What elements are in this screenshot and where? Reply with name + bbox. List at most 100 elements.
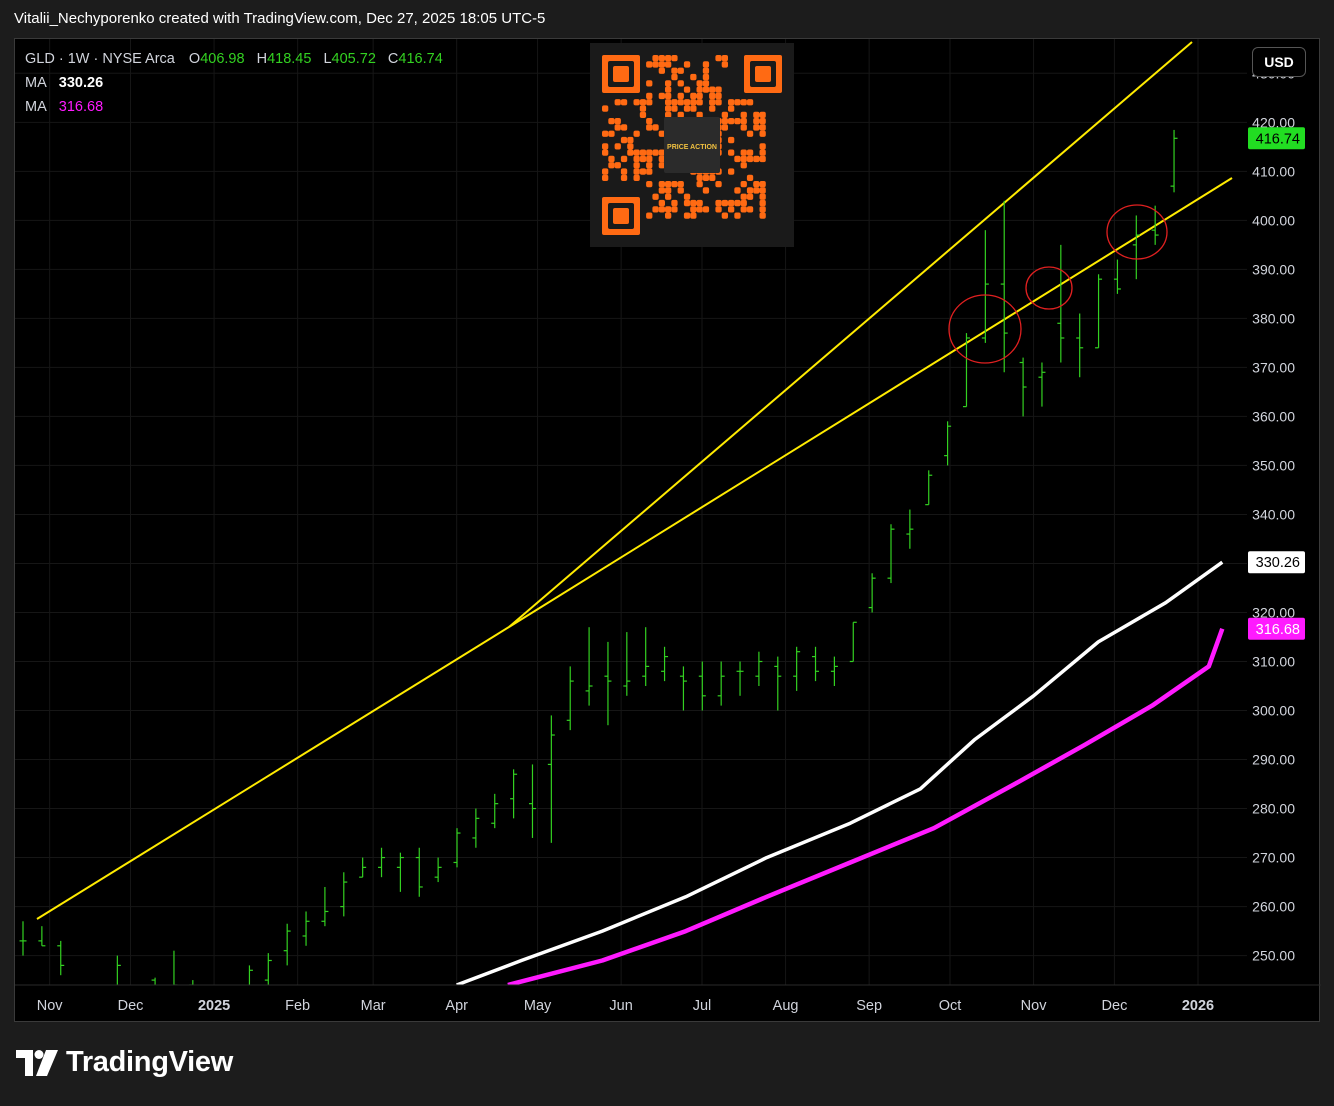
legend-ma1-value: 330.26	[58, 75, 104, 91]
legend-ma2-row[interactable]: MA 316.68	[25, 99, 105, 115]
qr-module	[740, 118, 747, 125]
y-axis-tick-label: 380.00	[1252, 310, 1295, 326]
qr-module	[721, 111, 728, 118]
y-axis-tick-label: 260.00	[1252, 899, 1295, 915]
legend-ma2-value: 316.68	[58, 99, 104, 115]
ohlc-bar	[717, 661, 725, 706]
annotation-circle	[1106, 204, 1168, 260]
ohlc-bar	[887, 524, 895, 584]
y-axis-tick-label: 300.00	[1252, 703, 1295, 719]
qr-module	[665, 99, 672, 106]
qr-module	[665, 187, 672, 194]
qr-module	[696, 199, 703, 207]
x-axis-tick-label: May	[524, 998, 552, 1014]
y-axis-tick-label: 310.00	[1252, 653, 1295, 669]
qr-module	[690, 73, 697, 81]
qr-module	[646, 118, 653, 125]
x-axis-tick-label: Dec	[118, 998, 144, 1014]
qr-module	[709, 86, 716, 93]
ohlc-bar	[1000, 200, 1008, 373]
qr-module	[734, 155, 741, 163]
x-axis-tick-label: Nov	[37, 998, 64, 1014]
qr-module	[633, 168, 640, 175]
qr-module	[665, 92, 672, 100]
ohlc-bar	[1170, 129, 1178, 193]
qr-finder-inner	[755, 66, 771, 82]
x-axis-tick-label: Aug	[773, 998, 799, 1014]
qr-module	[759, 187, 766, 194]
x-axis-tick-label: Jun	[609, 998, 632, 1014]
qr-module	[665, 193, 672, 200]
x-axis-tick-label: Dec	[1102, 998, 1128, 1014]
qr-module	[696, 86, 703, 93]
ma-line-330	[456, 560, 1224, 985]
legend-ma1-label: MA	[25, 75, 47, 91]
qr-module	[746, 149, 754, 156]
qr-module	[728, 206, 735, 213]
qr-module	[759, 143, 766, 150]
qr-module	[602, 130, 609, 137]
legend-symbol: GLD · 1W · NYSE Arca	[25, 51, 175, 67]
ohlc-bar	[566, 666, 574, 731]
ma1-price-tag: 330.26	[1248, 551, 1305, 574]
qr-module	[715, 86, 722, 93]
qr-module	[639, 155, 647, 163]
legend-low-value: 405.72	[331, 51, 376, 67]
tradingview-logo[interactable]: TradingView	[16, 1046, 233, 1079]
currency-button[interactable]: USD	[1252, 47, 1306, 77]
qr-module	[696, 80, 703, 87]
qr-module	[627, 143, 634, 150]
qr-code-graphic: PRICE ACTION	[602, 55, 782, 235]
qr-module	[715, 199, 722, 207]
ma2-price-tag-text: 316.68	[1256, 622, 1300, 638]
qr-module	[759, 149, 766, 156]
qr-module	[602, 174, 609, 181]
qr-module	[683, 99, 691, 106]
qr-module	[639, 111, 647, 118]
qr-module	[665, 212, 672, 219]
qr-module	[620, 124, 628, 131]
qr-module	[746, 155, 754, 163]
qr-module	[690, 199, 697, 207]
qr-finder-inner	[613, 208, 629, 224]
qr-module	[746, 174, 754, 181]
qr-module	[740, 124, 747, 131]
qr-module	[639, 149, 647, 156]
qr-module	[696, 174, 703, 181]
ohlc-bar	[453, 828, 461, 868]
qr-module	[728, 99, 735, 106]
qr-module	[646, 162, 653, 169]
qr-module	[740, 155, 747, 163]
qr-module	[614, 118, 621, 125]
qr-module	[696, 99, 703, 106]
qr-module	[646, 61, 653, 68]
qr-module	[734, 99, 741, 106]
qr-module	[646, 155, 653, 163]
qr-module	[740, 149, 747, 156]
ohlc-bar	[283, 923, 291, 966]
ohlc-bar	[547, 715, 555, 843]
qr-module	[614, 124, 621, 131]
chart-panel[interactable]: 250.00 260.00 270.00 280.00 290.00 300.00 310.…	[14, 38, 1321, 1022]
qr-module	[759, 193, 766, 200]
qr-module	[734, 199, 741, 207]
ohlc-bar	[604, 641, 612, 726]
qr-module	[620, 174, 628, 181]
qr-module	[658, 61, 665, 68]
qr-module	[759, 118, 766, 125]
ohlc-bar	[1095, 274, 1103, 349]
legend-high-label: H	[256, 51, 268, 67]
ohlc-bar	[434, 857, 442, 883]
legend-ma1-row[interactable]: MA 330.26	[25, 75, 105, 91]
qr-module	[665, 55, 672, 62]
qr-module	[709, 92, 716, 100]
qr-module	[702, 73, 710, 81]
qr-module	[759, 111, 766, 118]
qr-module	[627, 149, 634, 156]
ohlc-bar	[849, 621, 857, 663]
qr-module	[658, 181, 665, 188]
qr-module	[721, 118, 728, 125]
qr-module	[646, 212, 653, 219]
qr-module	[753, 118, 760, 125]
qr-module	[633, 162, 640, 169]
